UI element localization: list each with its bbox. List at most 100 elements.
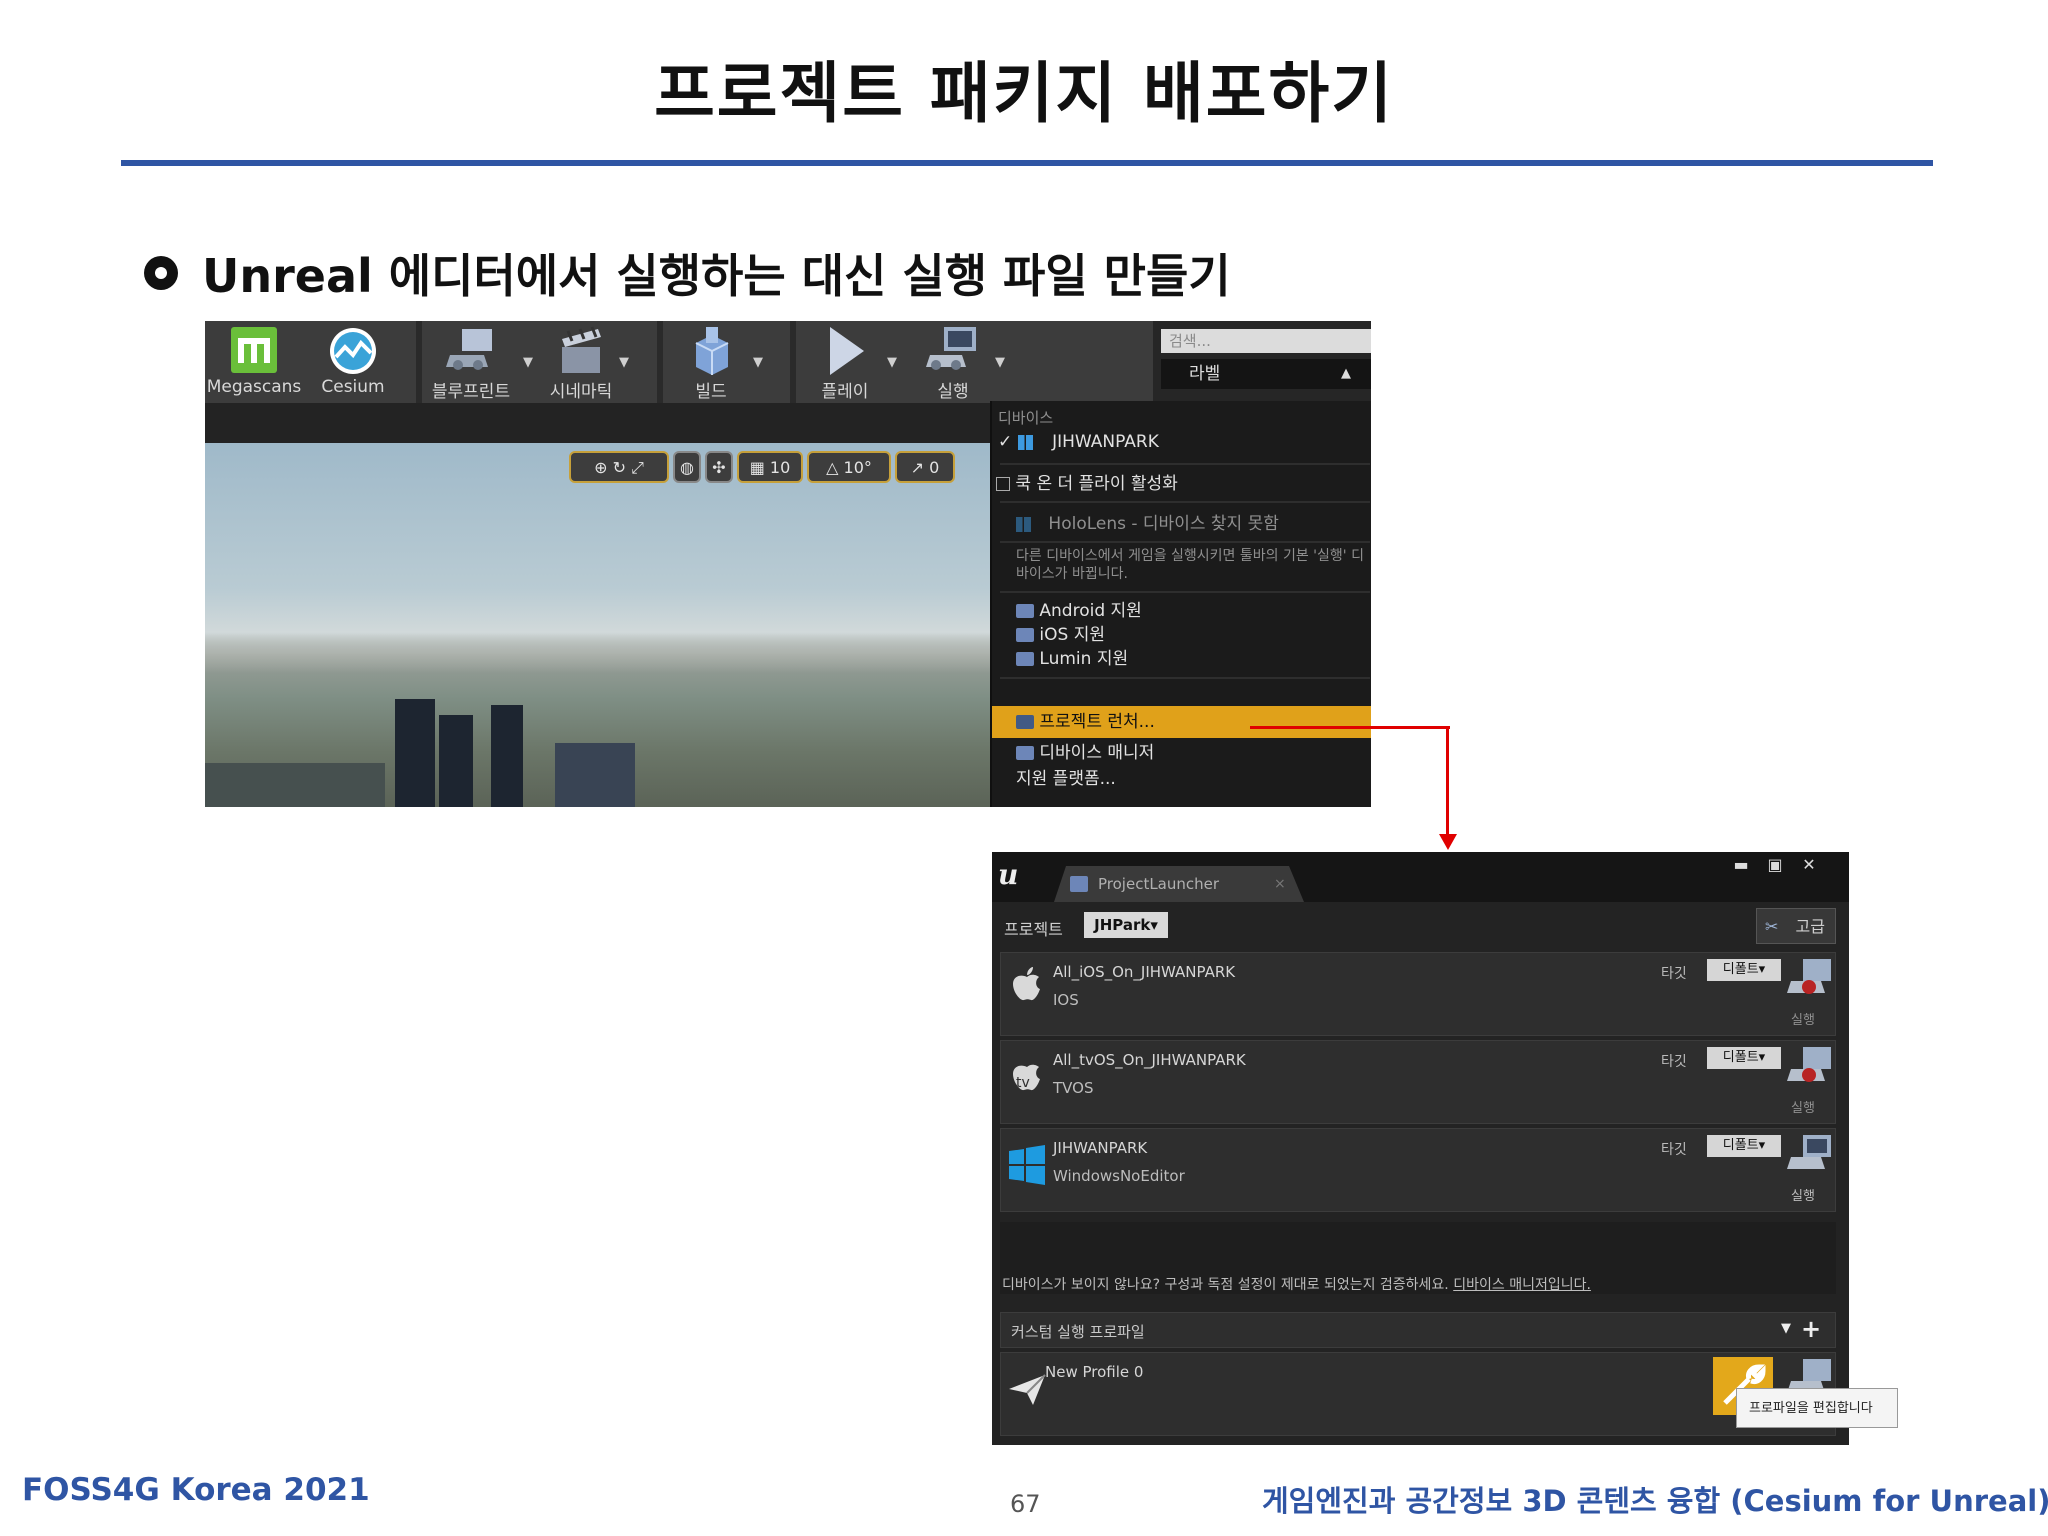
target-select[interactable]: 디폴트▾ [1707, 1135, 1781, 1157]
toolbar-play-button[interactable]: 플레이 [797, 321, 893, 403]
chevron-down-icon[interactable]: ▼ [995, 355, 1005, 370]
menu-item-device[interactable]: ✓ JIHWANPARK [992, 429, 1371, 455]
chevron-down-icon[interactable]: ▼ [523, 355, 533, 370]
checkmark-icon: ✓ [998, 432, 1018, 452]
chevron-down-icon[interactable]: ▼ [619, 355, 629, 370]
toolbar-label: 블루프린트 [431, 382, 511, 402]
device-manager-icon [1016, 746, 1034, 760]
target-select[interactable]: 디폴트▾ [1707, 959, 1781, 981]
launch-icon [926, 327, 976, 370]
toolbar-label: Cesium [321, 377, 385, 397]
editor-toolbar: Megascans Cesium 블루프린트 ▼ 시네마틱 ▼ 빌드 ▼ 플레이… [205, 321, 1371, 403]
launch-device-icon[interactable] [1787, 1045, 1833, 1089]
menu-item-android[interactable]: Android 지원 [992, 599, 1371, 623]
close-icon[interactable]: ✕ [1794, 856, 1824, 874]
profile-name: JIHWANPARK [1053, 1139, 1148, 1157]
toolbar-megascans-button[interactable]: Megascans [205, 321, 303, 403]
toolbar-launch-button[interactable]: 실행 [905, 321, 1001, 403]
maximize-icon[interactable]: ▣ [1760, 856, 1790, 874]
profile-name: All_tvOS_On_JIHWANPARK [1053, 1051, 1246, 1069]
horizon-haze [205, 633, 995, 673]
toolbar-label: 빌드 [695, 382, 727, 402]
label-column-header[interactable]: 라벨 ▲ [1161, 359, 1371, 389]
play-icon [830, 327, 864, 375]
target-label: 타깃 [1661, 966, 1687, 982]
advanced-button[interactable]: ✂ 고급 [1756, 908, 1836, 944]
tab-project-launcher[interactable]: ProjectLauncher [1054, 866, 1304, 902]
svg-text:tv: tv [1016, 1075, 1030, 1091]
device-manager-link[interactable]: 디바이스 매니저입니다. [1453, 1277, 1591, 1293]
cesium-icon [330, 328, 376, 374]
project-select[interactable]: JHPark▾ [1084, 912, 1168, 938]
surface-snap-icon[interactable]: ✣ [705, 451, 733, 483]
scale-icon: ↗ [910, 458, 930, 477]
lumin-label: Lumin 지원 [1039, 649, 1129, 669]
project-launcher-window: u ProjectLauncher × ▬ ▣ ✕ 프로젝트 JHPark▾ ✂… [992, 852, 1849, 1445]
building [439, 715, 473, 807]
launcher-icon [1016, 715, 1034, 729]
toolbar-build-button[interactable]: 빌드 [663, 321, 759, 403]
bullet-text: Unreal 에디터에서 실행하는 대신 실행 파일 만들기 [202, 249, 1231, 303]
custom-profiles-label: 커스텀 실행 프로파일 [1011, 1323, 1145, 1341]
toolbar-label: 실행 [937, 382, 969, 402]
launch-row[interactable]: All_iOS_On_JIHWANPARK IOS 타깃 디폴트▾ 실행 [1000, 952, 1836, 1036]
rotation-snap-toggle[interactable]: △ 10° [807, 451, 891, 483]
toolbar-cesium-button[interactable]: Cesium [305, 321, 401, 403]
footer-event: FOSS4G Korea 2021 [22, 1472, 370, 1508]
target-label: 타깃 [1661, 1142, 1687, 1158]
scale-snap-toggle[interactable]: ↗ 0 [895, 451, 955, 483]
connector-line [1250, 726, 1450, 729]
scale-snap-value: 0 [929, 458, 940, 477]
hololens-label: HoloLens - 디바이스 찾지 못함 [1048, 514, 1279, 534]
toolbar-blueprints-button[interactable]: 블루프린트 [423, 321, 519, 403]
search-input[interactable]: 검색... [1161, 329, 1371, 353]
target-select[interactable]: 디폴트▾ [1707, 1047, 1781, 1069]
menu-item-supported-platforms[interactable]: 지원 플랫폼... [992, 767, 1371, 791]
menu-item-lumin[interactable]: Lumin 지원 [992, 647, 1371, 671]
transform-tools-group[interactable]: ⊕ ↻ ⤢ [569, 451, 669, 483]
menu-note: 다른 디바이스에서 게임을 실행시키면 툴바의 기본 '실행' 디바이스가 바뀝… [1016, 548, 1364, 582]
toolbar-label: 시네마틱 [549, 382, 613, 402]
viewport-header [205, 403, 995, 443]
menu-item-project-launcher[interactable]: 프로젝트 런처... [992, 710, 1371, 734]
paper-plane-icon [1009, 1374, 1046, 1405]
level-viewport[interactable] [205, 443, 995, 807]
outliner-panel: 검색... 라벨 ▲ [1153, 321, 1371, 403]
launch-row[interactable]: tv All_tvOS_On_JIHWANPARK TVOS 타깃 디폴트▾ 실… [1000, 1040, 1836, 1124]
cook-on-fly-label: 쿡 온 더 플라이 활성화 [1015, 474, 1178, 494]
unreal-editor-screenshot: Megascans Cesium 블루프린트 ▼ 시네마틱 ▼ 빌드 ▼ 플레이… [205, 321, 1371, 807]
launch-device-icon[interactable] [1787, 1133, 1833, 1177]
target-label: 타깃 [1661, 1054, 1687, 1070]
platform-name: TVOS [1053, 1079, 1094, 1097]
menu-item-device-manager[interactable]: 디바이스 매니저 [992, 741, 1371, 765]
launch-device-icon[interactable] [1787, 957, 1833, 1001]
ios-label: iOS 지원 [1039, 625, 1105, 645]
title-divider [121, 160, 1933, 166]
label-header-text: 라벨 [1189, 364, 1221, 384]
toolbar-cinematics-button[interactable]: 시네마틱 [533, 321, 629, 403]
close-tab-icon[interactable]: × [1274, 876, 1286, 892]
chevron-down-icon[interactable]: ▼ [1781, 1321, 1791, 1336]
chevron-down-icon[interactable]: ▼ [887, 355, 897, 370]
menu-item-cook-on-fly[interactable]: 쿡 온 더 플라이 활성화 [992, 471, 1371, 497]
arrow-down-icon [1439, 834, 1457, 850]
building [395, 699, 435, 807]
tools-icon: ✂ [1765, 917, 1779, 936]
checkbox[interactable] [996, 477, 1010, 491]
minimize-icon[interactable]: ▬ [1726, 856, 1756, 874]
device-manager-label: 디바이스 매니저 [1039, 743, 1155, 763]
grid-snap-toggle[interactable]: ▦ 10 [737, 451, 803, 483]
chevron-down-icon[interactable]: ▼ [753, 355, 763, 370]
custom-profile-row[interactable]: New Profile 0 [1000, 1352, 1836, 1436]
world-local-icon[interactable]: ◍ [673, 451, 701, 483]
grid-snap-value: 10 [769, 458, 791, 477]
launch-dropdown-menu: 디바이스 ✓ JIHWANPARK 쿡 온 더 플라이 활성화 HoloLens… [990, 401, 1371, 807]
add-profile-icon[interactable]: + [1801, 1315, 1821, 1343]
window-titlebar[interactable]: u ProjectLauncher × ▬ ▣ ✕ [992, 852, 1849, 902]
menu-item-ios[interactable]: iOS 지원 [992, 623, 1371, 647]
launch-row[interactable]: JIHWANPARK WindowsNoEditor 타깃 디폴트▾ 실행 [1000, 1128, 1836, 1212]
cinematics-icon [562, 326, 601, 373]
profile-name: New Profile 0 [1045, 1363, 1144, 1381]
advanced-label: 고급 [1795, 917, 1825, 936]
device-support-icon [1016, 604, 1034, 618]
